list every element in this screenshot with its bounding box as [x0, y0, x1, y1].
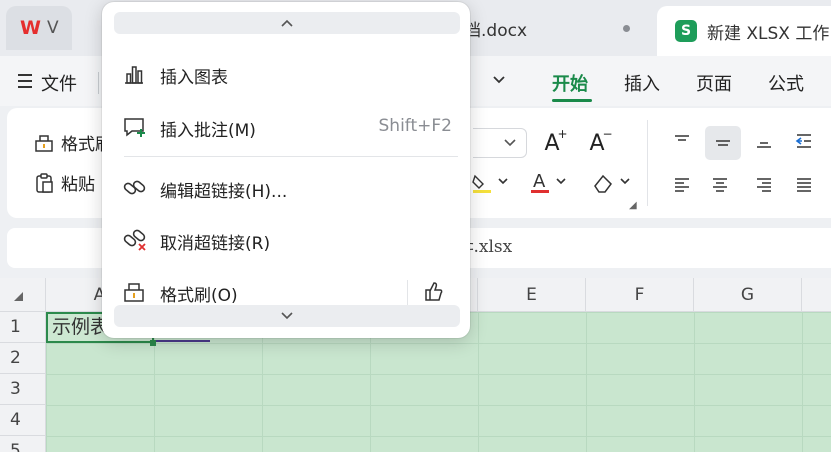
menu-file[interactable]: 文件 [41, 70, 77, 96]
format-painter-button[interactable]: 格式刷 [33, 130, 112, 155]
tab-start[interactable]: 开始 [552, 70, 588, 96]
ribbon-divider [647, 120, 648, 206]
align-center-icon [713, 178, 727, 192]
pin-format-painter-icon[interactable] [420, 278, 446, 304]
menu-item-divider [407, 280, 408, 306]
tab-insert[interactable]: 插入 [624, 70, 660, 96]
menu-divider [98, 72, 99, 94]
link-icon [122, 176, 148, 200]
tab-page[interactable]: 页面 [696, 70, 732, 96]
decrease-indent-icon [795, 134, 811, 148]
menu-item-label: 插入批注(M) [160, 121, 256, 141]
eraser-icon [594, 174, 630, 193]
select-all-icon [14, 292, 23, 301]
row-header-4[interactable]: 4 [0, 405, 46, 436]
decrease-font-icon: A − [589, 126, 613, 156]
align-right-icon [757, 178, 771, 192]
menu-item-label: 取消超链接(R) [160, 234, 271, 254]
wps-logo-icon: W [20, 17, 41, 39]
formula-bar-content: ‡.xlsx [465, 237, 513, 257]
decrease-indent-button[interactable] [789, 126, 819, 156]
align-middle-icon [716, 140, 730, 146]
font-size-select[interactable] [473, 128, 527, 158]
unlink-icon [122, 228, 148, 252]
hamburger-menu-icon[interactable] [18, 74, 32, 92]
align-left-icon [675, 178, 689, 192]
column-header-g[interactable]: G [694, 278, 802, 312]
menu-item-insert-comment[interactable]: 插入批注(M) Shift+F2 [102, 105, 470, 149]
tab-wps-home[interactable]: W V [6, 6, 72, 50]
row-header-3[interactable]: 3 [0, 374, 46, 405]
justify-button[interactable] [789, 170, 819, 200]
spreadsheet-icon: S [675, 20, 697, 42]
chevron-down-icon [502, 135, 518, 151]
hyperlink-underline [154, 340, 210, 342]
align-top-button[interactable] [667, 126, 697, 156]
distributed-align-button[interactable] [825, 170, 831, 200]
context-menu: 插入图表 插入批注(M) Shift+F2 编辑超链接(H)... 取消超链接(… [102, 2, 470, 338]
format-painter-icon [122, 280, 146, 304]
increase-font-icon: A + [544, 126, 568, 156]
clear-format-button[interactable] [587, 168, 637, 198]
add-comment-icon [122, 115, 148, 139]
align-bottom-icon [757, 142, 771, 148]
context-menu-divider [124, 156, 458, 157]
menu-item-label: 编辑超链接(H)... [160, 182, 288, 202]
menu-item-remove-hyperlink[interactable]: 取消超链接(R) [102, 218, 470, 262]
chevron-down-icon[interactable] [491, 72, 507, 88]
paste-icon [33, 172, 55, 194]
svg-text:A: A [533, 171, 546, 192]
increase-font-size-button[interactable]: A + [537, 126, 568, 158]
highlighter-icon [472, 174, 508, 193]
paste-label: 粘贴 [61, 175, 95, 195]
align-left-button[interactable] [667, 170, 697, 200]
tab-xlsx-label: 新建 XLSX 工作 [707, 23, 830, 44]
menu-item-label: 格式刷(O) [160, 286, 238, 306]
menu-item-shortcut: Shift+F2 [378, 116, 452, 136]
tab-docx-label: 档.docx [464, 20, 528, 41]
active-tab-indicator [552, 99, 592, 102]
context-menu-scroll-up[interactable] [114, 12, 460, 34]
column-header-e[interactable]: E [478, 278, 586, 312]
tab-xlsx-workbook[interactable]: S 新建 XLSX 工作 [657, 6, 831, 56]
font-color-button[interactable]: A [527, 168, 577, 198]
menu-item-insert-chart[interactable]: 插入图表 [102, 52, 470, 96]
menu-item-edit-hyperlink[interactable]: 编辑超链接(H)... [102, 166, 470, 210]
font-color-icon: A [531, 171, 566, 193]
chevron-up-icon [281, 19, 293, 27]
justify-icon [797, 178, 811, 192]
chart-icon [122, 62, 146, 86]
align-right-button[interactable] [749, 170, 779, 200]
row-header-5[interactable]: 5 [0, 436, 46, 452]
chevron-down-icon [281, 312, 293, 320]
align-center-button[interactable] [705, 170, 735, 200]
align-bottom-button[interactable] [749, 126, 779, 156]
column-header-next[interactable] [802, 278, 831, 312]
column-header-f[interactable]: F [586, 278, 694, 312]
tab-formula[interactable]: 公式 [768, 70, 804, 96]
row-header-1[interactable]: 1 [0, 312, 46, 343]
highlight-color-button[interactable] [469, 168, 519, 198]
align-middle-button[interactable] [705, 126, 741, 160]
wrap-text-button[interactable] [825, 126, 831, 156]
tab-docx-document[interactable]: 档.docx [440, 6, 650, 50]
align-top-icon [675, 135, 689, 141]
select-all-corner[interactable] [0, 278, 46, 312]
unsaved-dot-icon [623, 25, 630, 32]
row-header-2[interactable]: 2 [0, 343, 46, 374]
context-menu-scroll-down[interactable] [114, 305, 460, 327]
font-dialog-launcher-icon[interactable]: ◢ [629, 200, 637, 211]
tab-wps-label: V [46, 18, 59, 38]
menu-item-label: 插入图表 [160, 68, 228, 88]
fill-handle[interactable] [150, 340, 156, 346]
paste-button[interactable]: 粘贴 [33, 170, 95, 195]
format-painter-icon [33, 132, 55, 154]
decrease-font-size-button[interactable]: A − [582, 126, 613, 158]
